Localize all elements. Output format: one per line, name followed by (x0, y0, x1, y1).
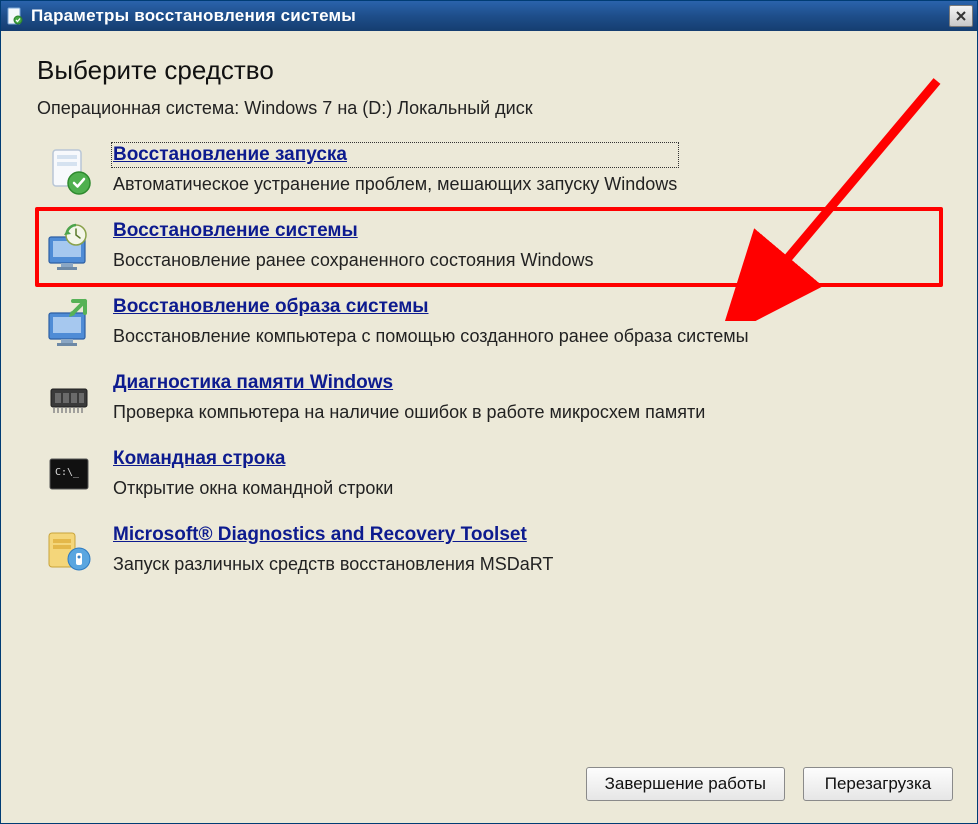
recovery-tools-list: Восстановление запуска Автоматическое ус… (37, 133, 941, 589)
tool-image-recovery: Восстановление образа системы Восстановл… (37, 285, 941, 361)
tool-text: Диагностика памяти Windows Проверка комп… (113, 371, 705, 424)
titlebar: Параметры восстановления системы (1, 1, 977, 31)
window-title: Параметры восстановления системы (31, 6, 949, 26)
startup-repair-link[interactable]: Восстановление запуска (113, 144, 677, 166)
restart-button[interactable]: Перезагрузка (803, 767, 953, 801)
image-recovery-link[interactable]: Восстановление образа системы (113, 296, 749, 318)
memory-diagnostic-icon (43, 373, 95, 425)
system-restore-link[interactable]: Восстановление системы (113, 220, 594, 242)
memory-diagnostic-link[interactable]: Диагностика памяти Windows (113, 372, 705, 394)
tool-desc: Восстановление компьютера с помощью созд… (113, 324, 749, 348)
tool-startup-repair: Восстановление запуска Автоматическое ус… (37, 133, 941, 209)
tool-text: Восстановление образа системы Восстановл… (113, 295, 749, 348)
window-icon (5, 6, 25, 26)
close-button[interactable] (949, 5, 973, 27)
msdart-link[interactable]: Microsoft® Diagnostics and Recovery Tool… (113, 524, 553, 546)
command-prompt-icon: C:\_ (43, 449, 95, 501)
tool-desc: Открытие окна командной строки (113, 476, 393, 500)
shutdown-button[interactable]: Завершение работы (586, 767, 785, 801)
page-heading: Выберите средство (37, 55, 941, 86)
tool-text: Командная строка Открытие окна командной… (113, 447, 393, 500)
tool-desc: Автоматическое устранение проблем, мешаю… (113, 172, 677, 196)
tool-text: Восстановление системы Восстановление ра… (113, 219, 594, 272)
tool-desc: Проверка компьютера на наличие ошибок в … (113, 400, 705, 424)
command-prompt-link[interactable]: Командная строка (113, 448, 393, 470)
tool-desc: Восстановление ранее сохраненного состоя… (113, 248, 594, 272)
footer: Завершение работы Перезагрузка (1, 755, 977, 823)
content-area: Выберите средство Операционная система: … (1, 31, 977, 755)
tool-memory-diagnostic: Диагностика памяти Windows Проверка комп… (37, 361, 941, 437)
msdart-icon (43, 525, 95, 577)
svg-text:C:\_: C:\_ (55, 467, 80, 478)
os-info: Операционная система: Windows 7 на (D:) … (37, 98, 941, 119)
tool-command-prompt: C:\_ Командная строка Открытие окна кома… (37, 437, 941, 513)
tool-msdart: Microsoft® Diagnostics and Recovery Tool… (37, 513, 941, 589)
image-recovery-icon (43, 297, 95, 349)
tool-system-restore: Восстановление системы Восстановление ра… (35, 207, 943, 287)
recovery-options-window: Параметры восстановления системы Выберит… (0, 0, 978, 824)
tool-desc: Запуск различных средств восстановления … (113, 552, 553, 576)
tool-text: Восстановление запуска Автоматическое ус… (113, 143, 677, 196)
startup-repair-icon (43, 145, 95, 197)
system-restore-icon (43, 221, 95, 273)
tool-text: Microsoft® Diagnostics and Recovery Tool… (113, 523, 553, 576)
